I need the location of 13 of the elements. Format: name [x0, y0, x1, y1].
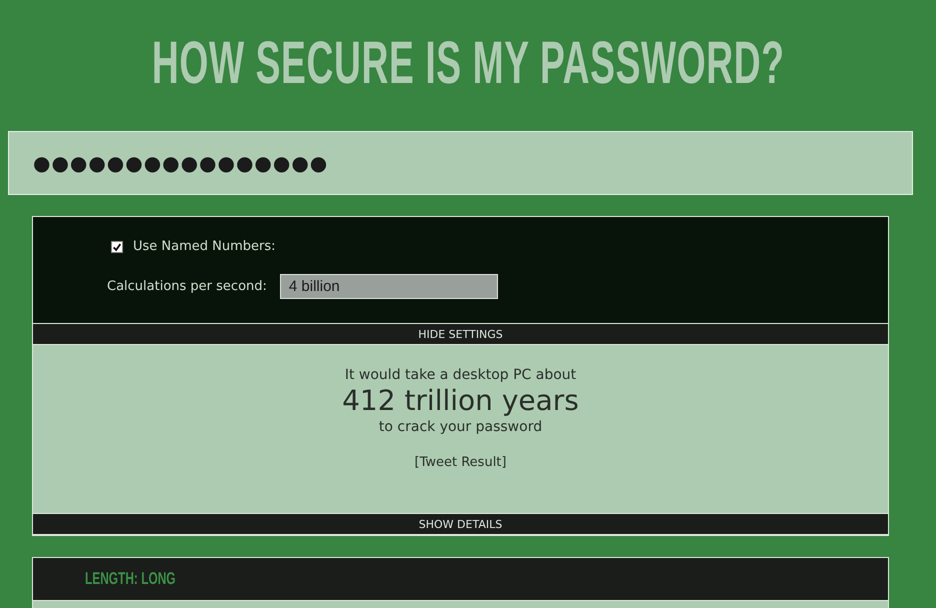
field-label: Calculations per second:: [107, 279, 267, 294]
tweet-link[interactable]: [Tweet Result]: [414, 455, 506, 470]
crack-time: 412 trillion years: [342, 383, 579, 419]
show-details-button[interactable]: SHOW DETAILS: [33, 513, 888, 535]
page-title: HOW SECURE IS MY PASSWORD?: [152, 28, 784, 97]
check-title: LENGTH: LONG: [85, 569, 176, 589]
result-outro: to crack your password: [378, 419, 542, 435]
checkbox-label: Use Named Numbers:: [133, 239, 276, 254]
result-intro: It would take a desktop PC about: [344, 367, 576, 383]
calculations-field[interactable]: 4 billion: [280, 274, 498, 299]
hide-settings-button[interactable]: HIDE SETTINGS: [33, 323, 888, 345]
password-field[interactable]: ●●●●●●●●●●●●●●●●: [8, 131, 913, 195]
checkbox[interactable]: [111, 240, 123, 252]
